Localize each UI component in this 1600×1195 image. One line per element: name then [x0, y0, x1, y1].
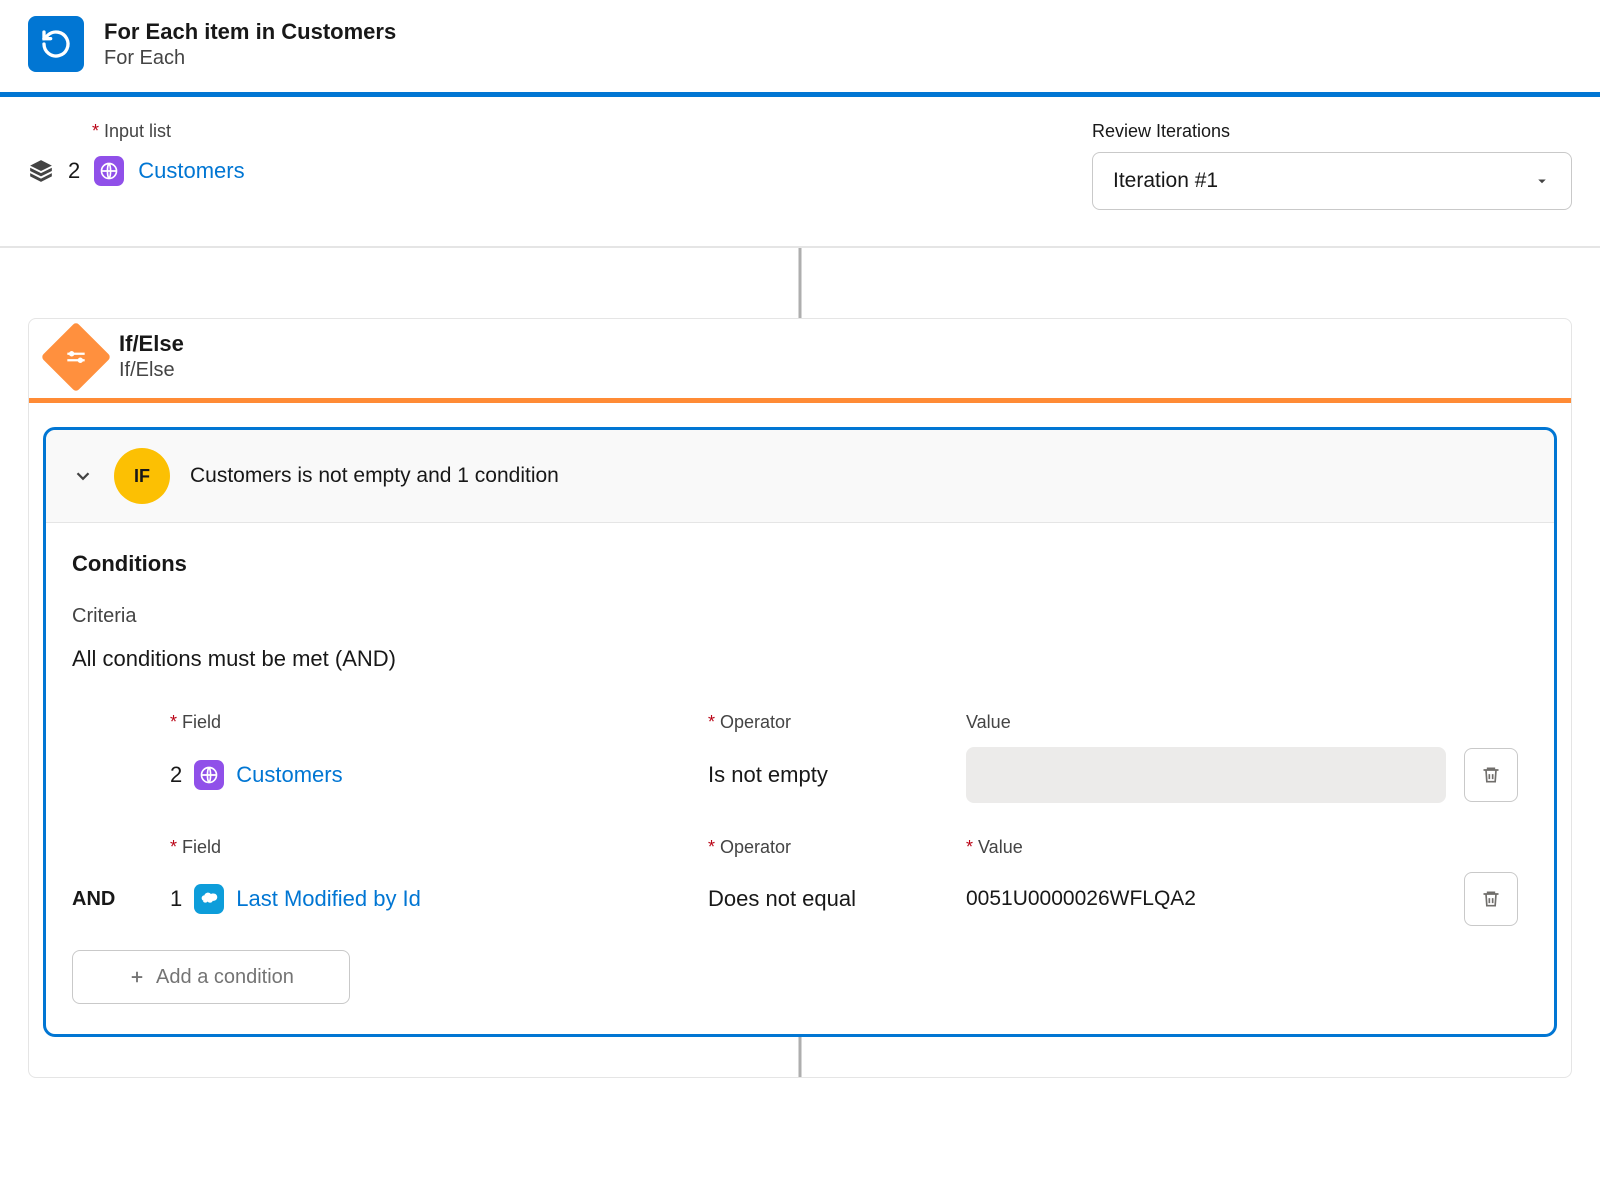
- if-badge: IF: [114, 448, 170, 504]
- add-condition-button[interactable]: Add a condition: [72, 950, 350, 1004]
- foreach-title: For Each item in Customers: [104, 19, 396, 45]
- delete-condition-button[interactable]: [1464, 748, 1518, 802]
- if-panel: IF Customers is not empty and 1 conditio…: [43, 427, 1557, 1037]
- operator-label: * Operator: [708, 712, 948, 733]
- connector-line: [29, 1037, 1571, 1077]
- condition-operator[interactable]: Is not empty: [708, 762, 948, 788]
- and-label: AND: [72, 888, 152, 911]
- plus-icon: [128, 968, 146, 986]
- field-label: * Field: [170, 837, 690, 858]
- condition-field[interactable]: 2 Customers: [170, 760, 690, 790]
- review-iterations-select[interactable]: Iteration #1: [1092, 152, 1572, 210]
- operator-label: * Operator: [708, 837, 948, 858]
- condition-value[interactable]: 0051U0000026WFLQA2: [966, 887, 1446, 911]
- chevron-down-icon: [1533, 172, 1551, 190]
- trash-icon: [1481, 765, 1501, 785]
- delete-condition-button[interactable]: [1464, 872, 1518, 926]
- trash-icon: [1481, 889, 1501, 909]
- layers-icon: [28, 158, 54, 184]
- chevron-down-icon: [72, 465, 94, 487]
- value-label: Value: [966, 712, 1446, 733]
- field-label: * Field: [170, 712, 690, 733]
- ifelse-header: If/Else If/Else: [29, 319, 1571, 398]
- ifelse-subtitle: If/Else: [119, 359, 184, 382]
- block-header: For Each item in Customers For Each: [0, 0, 1600, 92]
- condition-value-disabled: [966, 747, 1446, 803]
- input-row: * Input list 2 Customers Review Iteratio…: [0, 97, 1600, 247]
- input-pill-link[interactable]: Customers: [138, 158, 244, 184]
- ifelse-block: If/Else If/Else IF Customers is not empt…: [28, 318, 1572, 1078]
- orange-divider: [29, 398, 1571, 403]
- condition-field[interactable]: 1 Last Modified by Id: [170, 884, 690, 914]
- ifelse-icon: [41, 321, 112, 392]
- foreach-icon: [28, 16, 84, 72]
- condition-operator[interactable]: Does not equal: [708, 886, 948, 912]
- review-label: Review Iterations: [1092, 121, 1572, 142]
- globe-icon: [94, 156, 124, 186]
- connector-line: [0, 248, 1600, 318]
- if-panel-header[interactable]: IF Customers is not empty and 1 conditio…: [46, 430, 1554, 523]
- criteria-label: Criteria: [72, 605, 1528, 628]
- if-summary: Customers is not empty and 1 condition: [190, 464, 559, 488]
- foreach-block: For Each item in Customers For Each * In…: [0, 0, 1600, 248]
- input-step-num: 2: [68, 158, 80, 184]
- input-list-label: * Input list: [92, 121, 245, 142]
- review-value: Iteration #1: [1113, 169, 1218, 193]
- conditions-heading: Conditions: [72, 551, 1528, 577]
- ifelse-title: If/Else: [119, 331, 184, 357]
- value-label: * Value: [966, 837, 1446, 858]
- globe-icon: [194, 760, 224, 790]
- salesforce-icon: [194, 884, 224, 914]
- foreach-subtitle: For Each: [104, 47, 396, 70]
- criteria-value: All conditions must be met (AND): [72, 646, 1528, 672]
